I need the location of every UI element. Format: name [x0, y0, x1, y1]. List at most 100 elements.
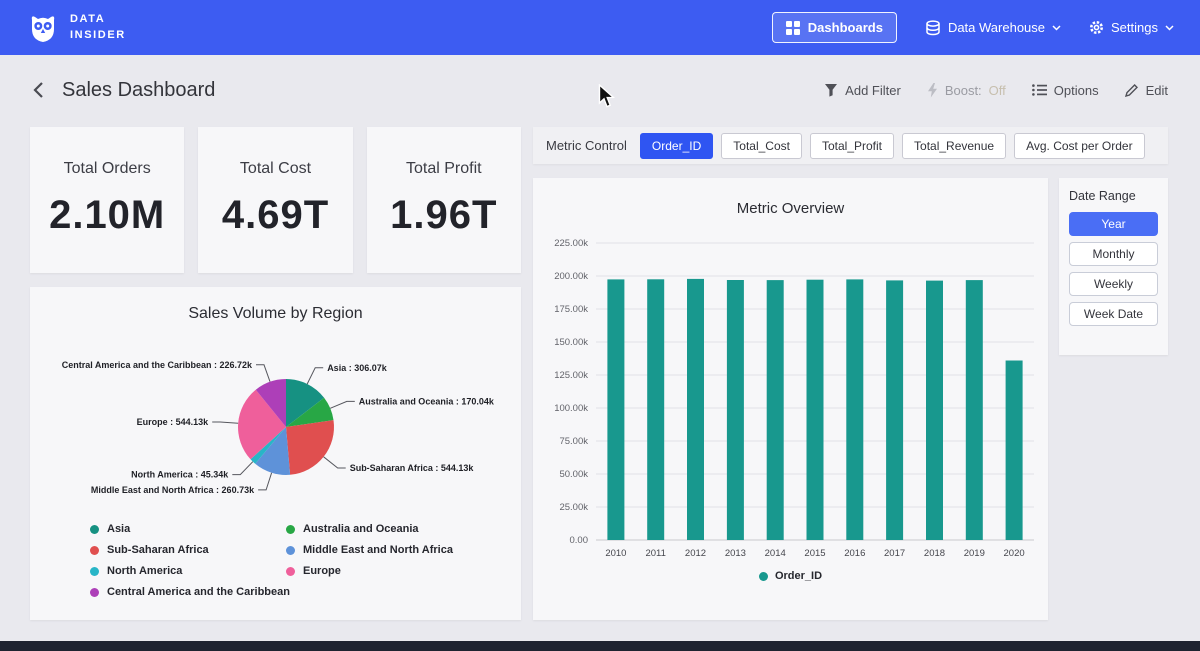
list-icon: [1032, 84, 1047, 96]
bar-2017[interactable]: [886, 280, 903, 540]
kpi-value: 2.10M: [49, 193, 165, 238]
kpi-card-total-profit: Total Profit 1.96T: [367, 127, 521, 273]
boost-value: Off: [989, 83, 1006, 98]
x-tick-label: 2013: [725, 548, 746, 559]
pie-slice-sub-saharan-africa[interactable]: [286, 420, 334, 475]
y-tick-label: 0.00: [570, 535, 589, 546]
pie-slice-label: Australia and Oceania : 170.04k: [358, 396, 494, 406]
legend-item-asia[interactable]: Asia: [90, 523, 286, 535]
y-tick-label: 25.00k: [559, 502, 588, 513]
legend-item-middle-east-and-north-africa[interactable]: Middle East and North Africa: [286, 544, 501, 556]
edit-label: Edit: [1146, 83, 1168, 98]
bar-2013[interactable]: [727, 280, 744, 540]
x-tick-label: 2015: [804, 548, 825, 559]
bottom-bar: [0, 641, 1200, 651]
metric-control-bar: Metric Control Order_IDTotal_CostTotal_P…: [533, 127, 1168, 164]
y-tick-label: 75.00k: [559, 436, 588, 447]
pie-slice-label: Sub-Saharan Africa : 544.13k: [349, 463, 474, 473]
legend-dot: [90, 588, 99, 597]
y-tick-label: 100.00k: [554, 403, 588, 414]
bar-2010[interactable]: [607, 279, 624, 540]
metric-control-buttons: Order_ID Total_Cost Total_Profit Total_Reve…: [640, 133, 1145, 159]
bar-2014[interactable]: [767, 280, 784, 540]
x-tick-label: 2016: [844, 548, 865, 559]
legend-label: Asia: [107, 523, 130, 535]
x-tick-label: 2014: [765, 548, 786, 559]
kpi-label: Total Orders: [64, 160, 151, 178]
owl-logo-icon: [26, 12, 60, 44]
legend-item-australia-and-oceania[interactable]: Australia and Oceania: [286, 523, 501, 535]
x-tick-label: 2018: [924, 548, 945, 559]
bar-chart-title: Metric Overview: [533, 178, 1048, 217]
pie-label-line: [323, 457, 345, 468]
kpi-value: 1.96T: [390, 193, 497, 238]
settings-menu[interactable]: Settings: [1089, 20, 1174, 35]
boost-toggle[interactable]: Boost: Off: [927, 83, 1006, 98]
add-filter-label: Add Filter: [845, 83, 901, 98]
legend-item-central-america-and-the-caribbean[interactable]: Central America and the Caribbean: [90, 586, 286, 598]
bar-2020[interactable]: [1006, 361, 1023, 541]
legend-label: Middle East and North Africa: [303, 544, 453, 556]
gear-icon: [1089, 20, 1104, 35]
kpi-value: 4.69T: [222, 193, 329, 238]
x-tick-label: 2012: [685, 548, 706, 559]
legend-dot: [286, 567, 295, 576]
legend-label: Europe: [303, 565, 341, 577]
bar-chart: 225.00k200.00k175.00k150.00k125.00k100.0…: [538, 221, 1043, 566]
date-range-monthly[interactable]: Monthly: [1069, 242, 1158, 266]
dashboards-button[interactable]: Dashboards: [772, 12, 897, 43]
pie-slice-label: Asia : 306.07k: [327, 363, 388, 373]
x-tick-label: 2017: [884, 548, 905, 559]
pie-legend: Asia Sub-Saharan Africa North America Centr…: [30, 523, 521, 598]
page-header: Sales Dashboard Add Filter Boost: Off Op…: [0, 58, 1200, 122]
options-button[interactable]: Options: [1032, 83, 1099, 98]
legend-label: North America: [107, 565, 182, 577]
pie-label-line: [307, 368, 323, 384]
brand-line2: INSIDER: [70, 28, 126, 44]
x-tick-label: 2019: [964, 548, 985, 559]
bar-2015[interactable]: [807, 280, 824, 540]
pie-legend-column-1: Asia Sub-Saharan Africa North America Centr…: [90, 523, 286, 598]
y-tick-label: 125.00k: [554, 370, 588, 381]
pie-chart-title: Sales Volume by Region: [30, 287, 521, 323]
kpi-card-total-cost: Total Cost 4.69T: [198, 127, 352, 273]
edit-button[interactable]: Edit: [1125, 83, 1168, 98]
metric-option-avg-cost-per-order[interactable]: Avg. Cost per Order: [1014, 133, 1145, 159]
date-range-year[interactable]: Year: [1069, 212, 1158, 236]
back-chevron-icon[interactable]: [32, 81, 44, 99]
legend-dot: [90, 525, 99, 534]
brand-line1: DATA: [70, 12, 126, 28]
y-tick-label: 150.00k: [554, 337, 588, 348]
legend-item-europe[interactable]: Europe: [286, 565, 501, 577]
bar-2018[interactable]: [926, 281, 943, 540]
legend-label: Sub-Saharan Africa: [107, 544, 209, 556]
pie-slice-label: Central America and the Caribbean : 226.…: [61, 360, 252, 370]
metric-option-total-revenue[interactable]: Total_Revenue: [902, 133, 1006, 159]
data-warehouse-menu[interactable]: Data Warehouse: [925, 20, 1061, 36]
metric-option-total-profit[interactable]: Total_Profit: [810, 133, 894, 159]
bar-2019[interactable]: [966, 280, 983, 540]
database-icon: [925, 20, 941, 36]
legend-dot: [286, 525, 295, 534]
bar-2016[interactable]: [846, 279, 863, 540]
kpi-row: Total Orders 2.10M Total Cost 4.69T Tota…: [30, 127, 521, 273]
pie-label-line: [232, 462, 253, 475]
legend-dot: [90, 546, 99, 555]
chevron-down-icon: [1165, 25, 1174, 31]
pie-label-line: [212, 422, 238, 423]
brand-logo[interactable]: DATA INSIDER: [26, 12, 126, 44]
date-range-weekly[interactable]: Weekly: [1069, 272, 1158, 296]
filter-funnel-icon: [824, 83, 838, 97]
bar-2012[interactable]: [687, 279, 704, 540]
legend-item-north-america[interactable]: North America: [90, 565, 286, 577]
pencil-icon: [1125, 83, 1139, 97]
metric-option-total-cost[interactable]: Total_Cost: [721, 133, 802, 159]
date-range-week-date[interactable]: Week Date: [1069, 302, 1158, 326]
metric-option-order-id[interactable]: Order_ID: [640, 133, 713, 159]
legend-item-sub-saharan-africa[interactable]: Sub-Saharan Africa: [90, 544, 286, 556]
legend-item-order-id[interactable]: Order_ID: [759, 570, 822, 582]
bar-2011[interactable]: [647, 279, 664, 540]
add-filter-button[interactable]: Add Filter: [824, 83, 901, 98]
y-tick-label: 200.00k: [554, 271, 588, 282]
sales-volume-card: Sales Volume by Region Asia : 306.07k Aus…: [30, 287, 521, 620]
